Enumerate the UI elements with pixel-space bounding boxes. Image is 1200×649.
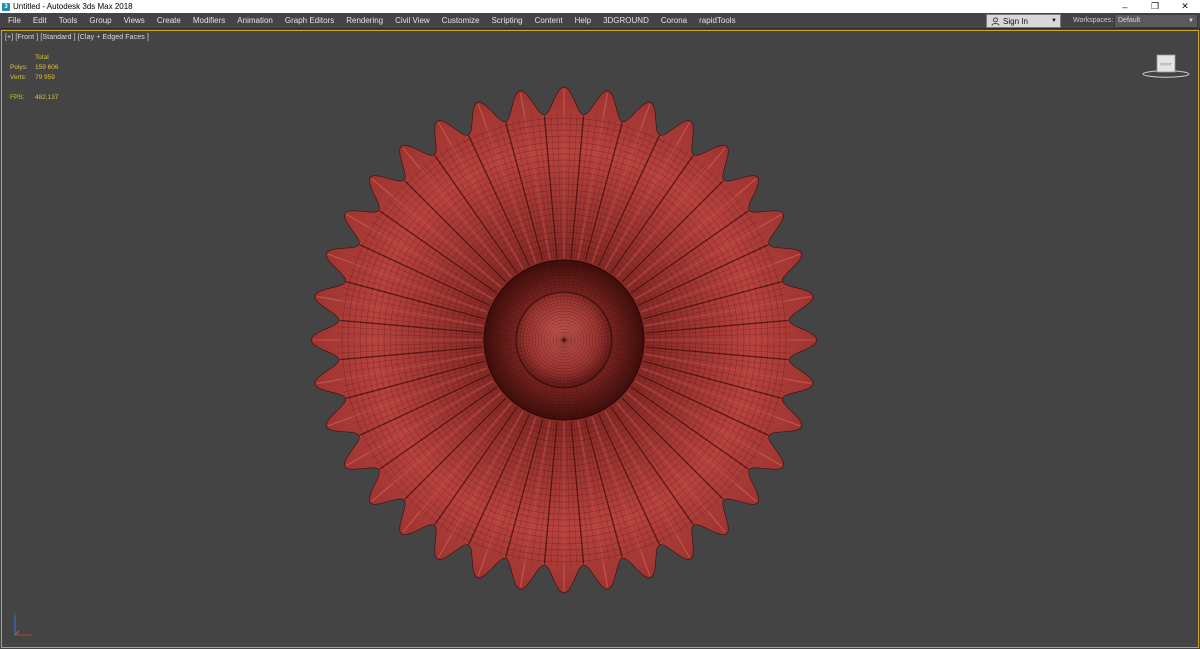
workspaces-value: Default — [1118, 17, 1141, 24]
user-icon — [990, 16, 1000, 26]
menu-create[interactable]: Create — [151, 13, 187, 29]
svg-text:x: x — [33, 632, 35, 637]
dish-group — [310, 86, 818, 594]
menu-views[interactable]: Views — [118, 13, 151, 29]
front-viewport[interactable]: [+] [Front ] [Standard ] [Clay + Edged F… — [1, 30, 1199, 648]
fluted-dish-mesh[interactable] — [2, 31, 1198, 647]
menu-content[interactable]: Content — [529, 13, 569, 29]
menu-3dground[interactable]: 3DGROUND — [597, 13, 655, 29]
menu-modifiers[interactable]: Modifiers — [187, 13, 231, 29]
window-controls: – ❐ ✕ — [1110, 0, 1200, 13]
sign-in-label: Sign In — [1003, 16, 1028, 26]
restore-button[interactable]: ❐ — [1140, 0, 1170, 13]
menu-animation[interactable]: Animation — [231, 13, 279, 29]
menu-help[interactable]: Help — [569, 13, 597, 29]
workspaces-label: Workspaces: — [1073, 17, 1114, 24]
svg-text:z: z — [14, 610, 16, 615]
menu-group[interactable]: Group — [83, 13, 117, 29]
chevron-down-icon: ▼ — [1188, 18, 1194, 24]
chevron-down-icon: ▼ — [1051, 18, 1057, 24]
menu-edit[interactable]: Edit — [27, 13, 53, 29]
workspaces-select[interactable]: Default ▼ — [1114, 14, 1198, 28]
title-bar: 3 Untitled - Autodesk 3ds Max 2018 – ❐ ✕ — [0, 0, 1200, 13]
window-title: Untitled - Autodesk 3ds Max 2018 — [13, 2, 133, 11]
menu-tools[interactable]: Tools — [53, 13, 84, 29]
sign-in-dropdown[interactable]: Sign In ▼ — [986, 14, 1061, 28]
menu-rapidtools[interactable]: rapidTools — [693, 13, 741, 29]
menu-scripting[interactable]: Scripting — [485, 13, 528, 29]
menu-customize[interactable]: Customize — [436, 13, 486, 29]
menu-civil-view[interactable]: Civil View — [389, 13, 436, 29]
axis-tripod-gizmo: z x — [10, 609, 46, 639]
3dsmax-app-icon[interactable]: 3 — [2, 2, 10, 11]
menu-file[interactable]: File — [0, 13, 27, 29]
minimize-button[interactable]: – — [1110, 0, 1140, 13]
close-button[interactable]: ✕ — [1170, 0, 1200, 13]
menu-graph-editors[interactable]: Graph Editors — [279, 13, 340, 29]
menu-corona[interactable]: Corona — [655, 13, 693, 29]
menu-rendering[interactable]: Rendering — [340, 13, 389, 29]
